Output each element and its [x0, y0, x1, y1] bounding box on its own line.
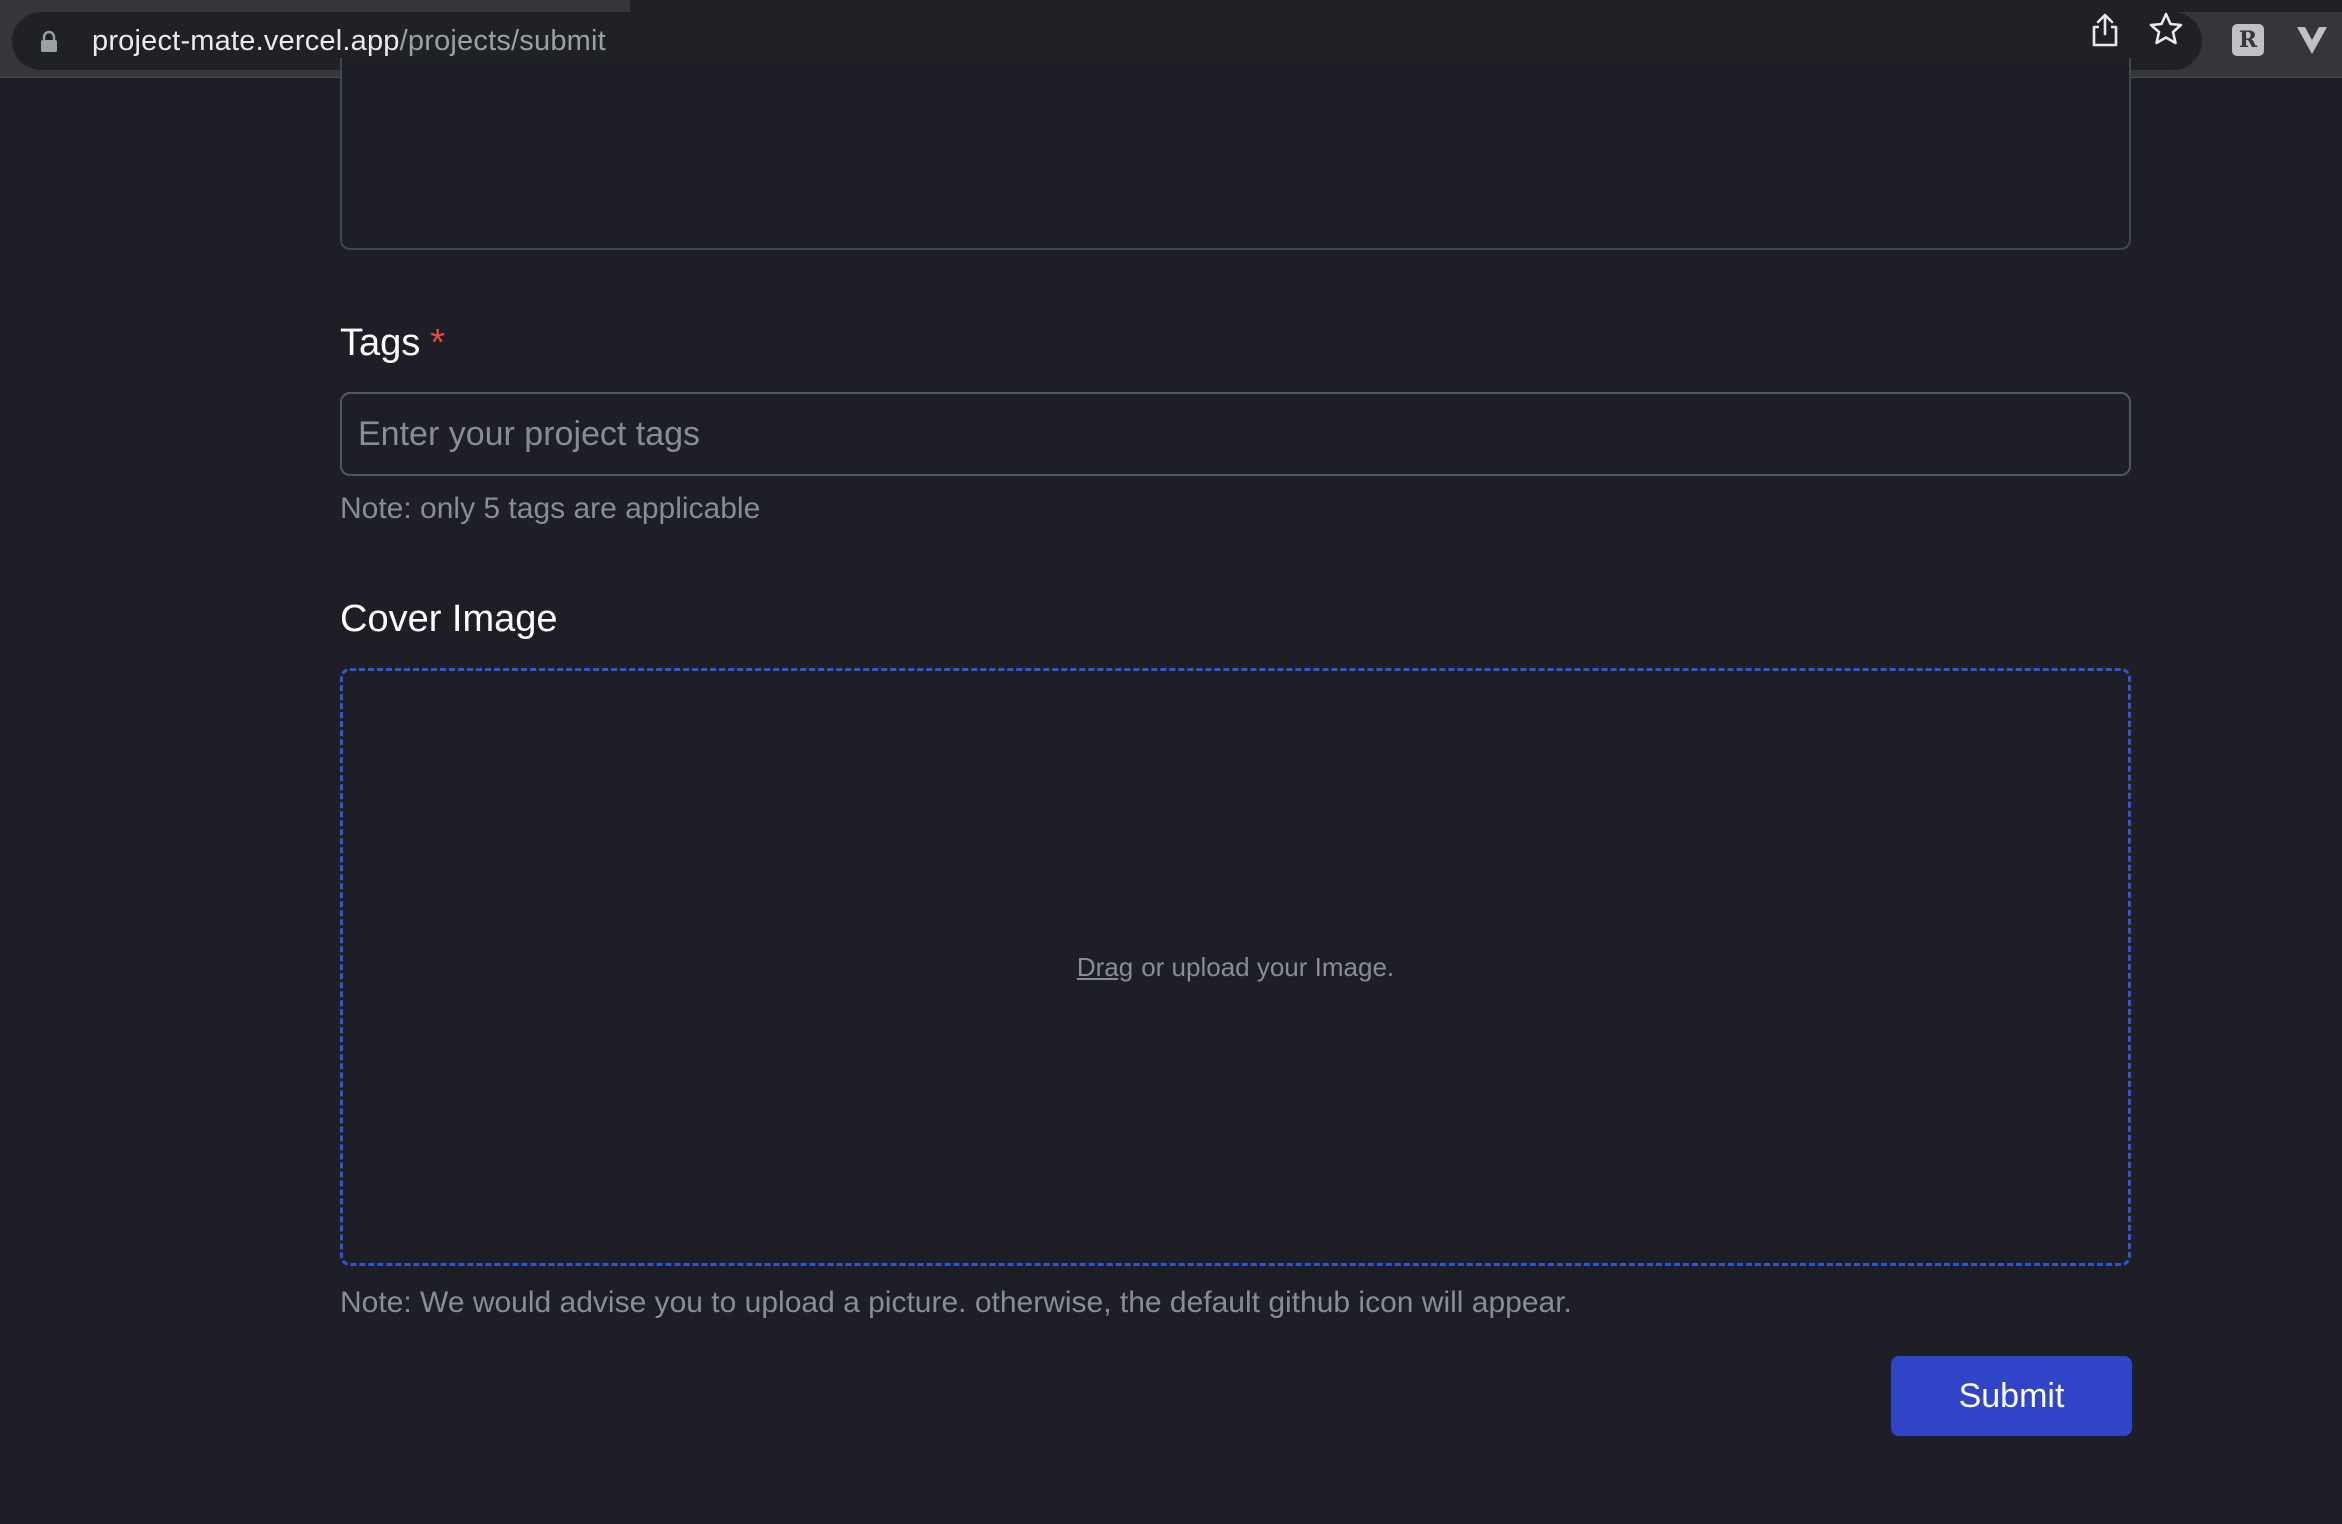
- tab-strip: [0, 0, 2342, 12]
- drag-link[interactable]: Drag: [1077, 952, 1133, 983]
- tags-label-text: Tags: [340, 322, 421, 364]
- share-icon[interactable]: [2088, 12, 2122, 48]
- url-path: /projects/submit: [399, 25, 606, 57]
- extension-v-icon[interactable]: [2294, 22, 2330, 58]
- url-host: project-mate.vercel.app: [92, 25, 400, 57]
- dropzone-instruction: or upload your Image.: [1141, 951, 1395, 982]
- tags-input[interactable]: [340, 392, 2131, 476]
- tags-note: Note: only 5 tags are applicable: [340, 492, 761, 525]
- cover-image-label: Cover Image: [340, 598, 558, 640]
- bookmark-star-icon[interactable]: [2148, 11, 2184, 47]
- submit-button[interactable]: Submit: [1891, 1356, 2132, 1436]
- dropzone-text: Drag or upload your Image.: [343, 671, 2128, 1263]
- tags-label: Tags *: [340, 322, 445, 365]
- page-content: Tags* Note: only 5 tags are applicable C…: [0, 58, 2342, 1524]
- tab-active-edge: [0, 0, 630, 12]
- cover-image-dropzone[interactable]: Drag or upload your Image.: [340, 668, 2131, 1266]
- required-star: *: [430, 322, 446, 364]
- extension-r-icon[interactable]: R: [2232, 24, 2264, 56]
- lock-icon: [41, 30, 57, 52]
- description-textarea[interactable]: [340, 58, 2131, 250]
- cover-image-note: Note: We would advise you to upload a pi…: [340, 1286, 1572, 1319]
